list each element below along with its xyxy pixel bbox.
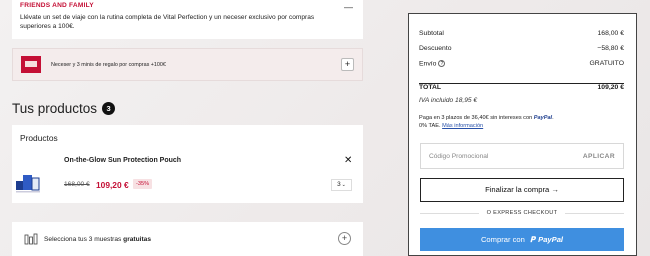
products-heading: Tus productos 3 <box>12 101 116 116</box>
promo-banner: FRIENDS AND FAMILY Llévate un set de via… <box>12 0 363 39</box>
quantity-value: 3 <box>337 181 341 188</box>
express-checkout-divider: O EXPRESS CHECKOUT <box>420 210 624 216</box>
samples-text-prefix: Selecciona tus 3 muestras <box>44 236 124 243</box>
products-count-badge: 3 <box>102 102 116 115</box>
iva-text: IVA incluido 18,95 € <box>419 97 478 104</box>
promo-code-input[interactable]: Código Promocional APLICAR <box>420 143 624 169</box>
discount-value: −58,80 € <box>597 45 624 52</box>
paypal-logo-icon: 𝐏 <box>529 235 536 244</box>
subtotal-value: 168,00 € <box>597 30 624 37</box>
collapse-icon[interactable]: — <box>344 2 353 12</box>
discount-row: Descuento −58,80 € <box>419 45 624 52</box>
products-card: Productos <box>12 125 363 203</box>
shipping-value: GRATUITO <box>589 60 625 67</box>
promo-title: FRIENDS AND FAMILY <box>20 2 94 9</box>
promo-text: Llévate un set de viaje con la rutina co… <box>20 14 315 30</box>
paypal-text: Paga en 3 plazos de 36,40€ sin intereses… <box>419 115 534 121</box>
shipping-label: Envío <box>419 60 437 68</box>
shipping-row: Envío? GRATUITO <box>419 60 624 67</box>
discount-label: Descuento <box>419 45 452 52</box>
checkout-button[interactable]: Finalizar la compra → <box>420 178 624 202</box>
apply-button[interactable]: APLICAR <box>583 153 615 160</box>
quantity-select[interactable]: 3⌄ <box>331 179 352 191</box>
remove-product-icon[interactable]: ✕ <box>344 155 352 166</box>
more-info-link[interactable]: Más información <box>442 123 483 129</box>
gift-offer-card[interactable]: Neceser y 3 minis de regalo por compras … <box>12 48 363 81</box>
paypal-button[interactable]: Comprar con 𝐏 PayPal <box>420 228 624 251</box>
promo-code-placeholder: Código Promocional <box>429 152 489 160</box>
samples-card[interactable]: Selecciona tus 3 muestras gratuitas + <box>12 222 363 256</box>
product-old-price: 168,00 € <box>64 181 90 188</box>
products-card-title: Productos <box>20 133 58 143</box>
order-summary: Subtotal 168,00 € Descuento −58,80 € Env… <box>408 13 637 256</box>
gift-offer-text: Neceser y 3 minis de regalo por compras … <box>51 61 166 68</box>
samples-icon <box>24 233 38 245</box>
gift-image <box>21 56 41 73</box>
info-icon[interactable]: ? <box>438 60 446 67</box>
products-heading-text: Tus productos <box>12 101 98 116</box>
add-samples-button[interactable]: + <box>338 232 351 245</box>
samples-text-bold: gratuitas <box>123 236 152 243</box>
total-row: TOTAL 109,20 € <box>419 84 624 91</box>
total-label: TOTAL <box>419 84 442 91</box>
total-value: 109,20 € <box>597 84 624 91</box>
express-checkout-label: O EXPRESS CHECKOUT <box>486 210 558 216</box>
subtotal-label: Subtotal <box>419 30 444 37</box>
tae-text: 0% TAE. <box>419 123 441 129</box>
subtotal-row: Subtotal 168,00 € <box>419 30 624 37</box>
product-image <box>16 175 40 193</box>
paypal-button-brand: PayPal <box>538 235 564 244</box>
paypal-logo: PayPal <box>533 115 553 121</box>
chevron-down-icon: ⌄ <box>341 182 346 188</box>
paypal-installments: Paga en 3 plazos de 36,40€ sin intereses… <box>419 115 554 129</box>
samples-text: Selecciona tus 3 muestras gratuitas <box>44 236 151 243</box>
product-new-price: 109,20 € <box>96 179 129 190</box>
paypal-button-label: Comprar con <box>480 235 525 244</box>
product-name[interactable]: On-the-Glow Sun Protection Pouch <box>64 157 181 164</box>
add-gift-button[interactable]: + <box>341 58 354 71</box>
discount-badge: -35% <box>133 179 153 189</box>
